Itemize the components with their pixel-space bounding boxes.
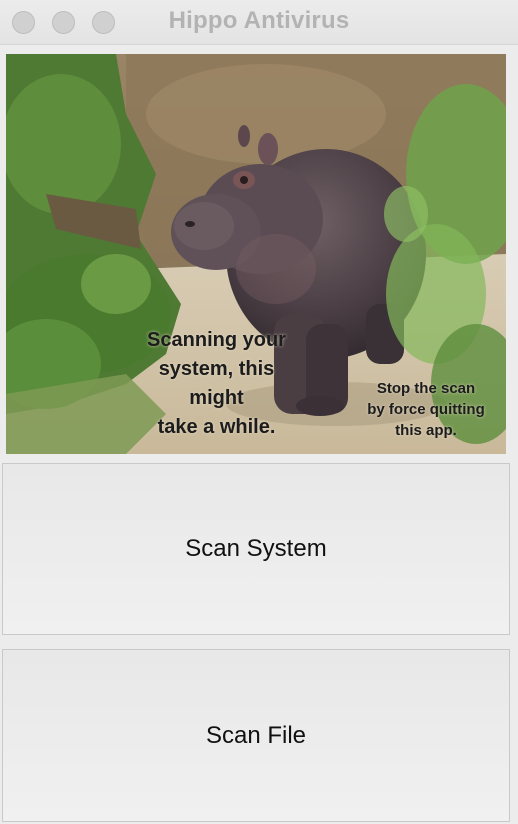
hippo-image: Scanning your system, this might take a … <box>6 54 506 454</box>
scan-file-label: Scan File <box>205 721 307 749</box>
window-title: Hippo Antivirus <box>168 7 350 34</box>
scan-system-button[interactable]: Scan System <box>2 463 510 635</box>
scan-system-label: Scan System <box>185 535 327 562</box>
app-window: Hippo Antivirus Scanning your system, th… <box>0 0 518 824</box>
title-bar: Hippo Antivirus <box>0 0 518 45</box>
scanning-caption: Scanning your system, this might take a … <box>147 329 286 438</box>
scan-file-button[interactable]: Scan File <box>2 649 510 822</box>
stop-scan-caption: Stop the scan by force quitting this app… <box>367 380 485 439</box>
